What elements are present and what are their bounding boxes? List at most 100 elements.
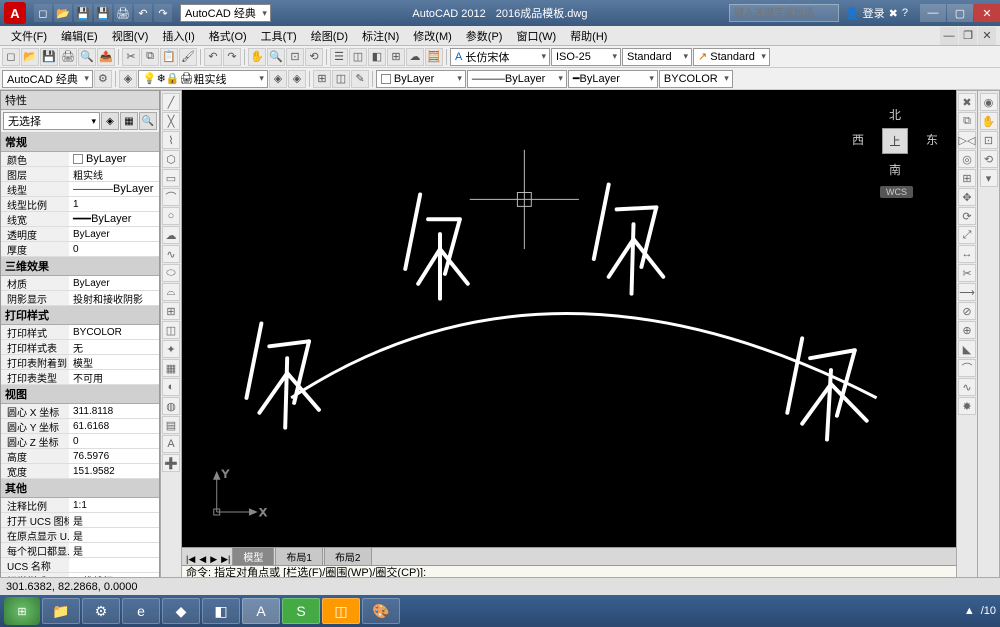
prop-material[interactable]: ByLayer: [69, 276, 159, 290]
ellipse-icon[interactable]: ⬭: [162, 264, 180, 282]
doc-minimize-icon[interactable]: —: [940, 27, 958, 45]
pickadd-icon[interactable]: ◈: [101, 112, 119, 130]
doc-close-icon[interactable]: ✕: [978, 27, 996, 45]
insert-icon[interactable]: ⊞: [313, 70, 331, 88]
gear-icon[interactable]: ⚙: [94, 70, 112, 88]
system-tray[interactable]: ▲ /10: [964, 605, 996, 617]
menu-draw[interactable]: 绘图(D): [304, 26, 355, 45]
task-autocad[interactable]: A: [242, 598, 280, 624]
prop-vp[interactable]: 是: [69, 543, 159, 557]
layerstate-icon[interactable]: ◈: [269, 70, 287, 88]
doc-restore-icon[interactable]: ❐: [959, 27, 977, 45]
prop-pstype[interactable]: 不可用: [69, 370, 159, 384]
menu-tools[interactable]: 工具(T): [254, 26, 304, 45]
calc-icon[interactable]: 🧮: [425, 48, 443, 66]
save-icon[interactable]: 💾: [40, 48, 58, 66]
rotate-icon[interactable]: ⟳: [958, 207, 976, 225]
section-view[interactable]: 视图: [1, 385, 159, 404]
dimstyle-combo[interactable]: ISO-25: [551, 48, 621, 66]
arc-icon[interactable]: ⌒: [162, 188, 180, 206]
extend-icon[interactable]: ⟶: [958, 283, 976, 301]
view-cube[interactable]: 北 西 上 东 南 WCS: [850, 98, 940, 198]
blend-icon[interactable]: ∿: [958, 378, 976, 396]
prop-annoscale[interactable]: 1:1: [69, 498, 159, 512]
tab-first-icon[interactable]: |◀: [184, 554, 197, 565]
close-button[interactable]: ✕: [974, 4, 1000, 22]
erase-icon[interactable]: ✖: [958, 93, 976, 111]
table-icon[interactable]: ▤: [162, 416, 180, 434]
explode-icon[interactable]: ✸: [958, 397, 976, 415]
offset-icon[interactable]: ◎: [958, 150, 976, 168]
menu-modify[interactable]: 修改(M): [406, 26, 459, 45]
menu-parametric[interactable]: 参数(P): [459, 26, 510, 45]
prop-width[interactable]: 151.9582: [69, 464, 159, 478]
ssm-icon[interactable]: ⊞: [387, 48, 405, 66]
task-app1[interactable]: ◆: [162, 598, 200, 624]
tpalette-icon[interactable]: ◧: [368, 48, 386, 66]
task-wps[interactable]: S: [282, 598, 320, 624]
prop-cx[interactable]: 311.8118: [69, 404, 159, 418]
spline-icon[interactable]: ∿: [162, 245, 180, 263]
xline-icon[interactable]: ╳: [162, 112, 180, 130]
props-icon[interactable]: ☰: [330, 48, 348, 66]
print-icon[interactable]: 🖨: [59, 48, 77, 66]
block-icon[interactable]: ◫: [162, 321, 180, 339]
lineweight-combo[interactable]: ━ ByLayer: [568, 70, 658, 88]
prop-ucsicon[interactable]: 是: [69, 513, 159, 527]
login-link[interactable]: 登录: [863, 5, 885, 21]
menu-format[interactable]: 格式(O): [202, 26, 254, 45]
section-general[interactable]: 常规: [1, 133, 159, 152]
point-icon[interactable]: ✦: [162, 340, 180, 358]
section-plotstyle[interactable]: 打印样式: [1, 306, 159, 325]
mleaderstyle-combo[interactable]: ↗ Standard: [693, 48, 770, 66]
workspace-combo2[interactable]: AutoCAD 经典: [2, 70, 93, 88]
prop-cy[interactable]: 61.6168: [69, 419, 159, 433]
app-icon[interactable]: A: [4, 2, 26, 24]
tab-model[interactable]: 模型: [232, 547, 274, 565]
coords-readout[interactable]: 301.6382, 82.2868, 0.0000: [6, 581, 138, 593]
move-icon[interactable]: ✥: [958, 188, 976, 206]
task-app2[interactable]: ◧: [202, 598, 240, 624]
undo-icon[interactable]: ↶: [204, 48, 222, 66]
layer-combo[interactable]: 💡❄🔒🖨 粗实线: [138, 70, 268, 88]
zoom-icon[interactable]: 🔍: [267, 48, 285, 66]
section-other[interactable]: 其他: [1, 479, 159, 498]
hatch-icon[interactable]: ▦: [162, 359, 180, 377]
zoomext-icon[interactable]: ⊡: [980, 131, 998, 149]
copy-icon[interactable]: ⧉: [958, 112, 976, 130]
circle-icon[interactable]: ○: [162, 207, 180, 225]
undo-icon[interactable]: ↶: [134, 4, 152, 22]
print-icon[interactable]: 🖨: [114, 4, 132, 22]
tab-layout2[interactable]: 布局2: [324, 547, 372, 565]
pan-icon[interactable]: ✋: [980, 112, 998, 130]
array-icon[interactable]: ⊞: [958, 169, 976, 187]
showmo-icon[interactable]: ▾: [980, 169, 998, 187]
prop-layer[interactable]: 粗实线: [69, 167, 159, 181]
prop-ucsname[interactable]: [69, 558, 159, 572]
prop-pstable[interactable]: 无: [69, 340, 159, 354]
saveas-icon[interactable]: 💾: [94, 4, 112, 22]
exchange-icon[interactable]: ✖: [889, 7, 898, 20]
rectangle-icon[interactable]: ▭: [162, 169, 180, 187]
zoom-prev-icon[interactable]: ⟲: [305, 48, 323, 66]
preview-icon[interactable]: 🔍: [78, 48, 96, 66]
help-icon[interactable]: ?: [902, 7, 908, 19]
match-icon[interactable]: 🖌: [179, 48, 197, 66]
section-3dfx[interactable]: 三维效果: [1, 257, 159, 276]
menu-file[interactable]: 文件(F): [4, 26, 54, 45]
polygon-icon[interactable]: ⬡: [162, 150, 180, 168]
ellipsearc-icon[interactable]: ⌓: [162, 283, 180, 301]
color-combo[interactable]: ByLayer: [376, 70, 466, 88]
layerprev-icon[interactable]: ◈: [288, 70, 306, 88]
task-paint[interactable]: 🎨: [362, 598, 400, 624]
prop-ltscale[interactable]: 1: [69, 197, 159, 211]
markup-icon[interactable]: ☁: [406, 48, 424, 66]
prop-lweight[interactable]: ━━━ ByLayer: [69, 212, 159, 226]
menu-view[interactable]: 视图(V): [105, 26, 156, 45]
layer-icon[interactable]: ◈: [119, 70, 137, 88]
insert-icon[interactable]: ⊞: [162, 302, 180, 320]
tab-next-icon[interactable]: ▶: [208, 554, 219, 565]
publish-icon[interactable]: 📤: [97, 48, 115, 66]
menu-edit[interactable]: 编辑(E): [54, 26, 105, 45]
linetype-combo[interactable]: ——— ByLayer: [467, 70, 567, 88]
